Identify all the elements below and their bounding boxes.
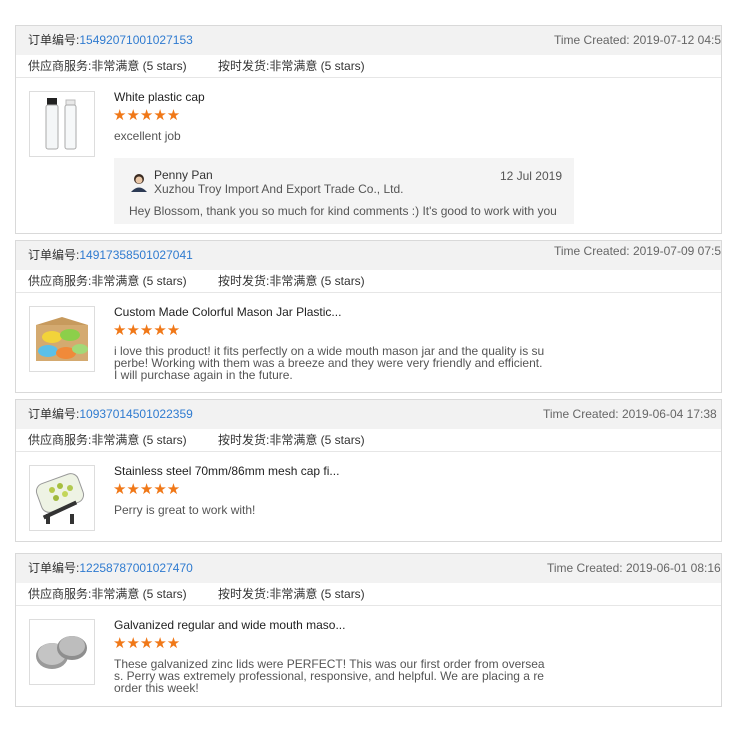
time-created-value: 2019-06-01 08:16	[625, 561, 721, 575]
time-created: Time Created: 2019-06-01 08:16	[547, 554, 721, 583]
supplier-service-rating: 供应商服务:非常满意 (5 stars)	[28, 55, 187, 77]
service-ratings: 供应商服务:非常满意 (5 stars) 按时发货:非常满意 (5 stars)	[16, 429, 721, 452]
order-number-label: 订单编号:	[28, 33, 80, 47]
order-header: 订单编号:12258787001027470 Time Created: 201…	[16, 554, 721, 583]
reply-author: Penny Pan	[154, 168, 213, 182]
supplier-service-label: 供应商服务:	[28, 274, 92, 288]
order-number-label: 订单编号:	[28, 561, 80, 575]
star-rating: ★★★★★	[113, 481, 181, 498]
supplier-service-rating: 供应商服务:非常满意 (5 stars)	[28, 583, 187, 605]
order-header: 订单编号:10937014501022359 Time Created: 201…	[16, 400, 721, 429]
on-time-rating: 按时发货:非常满意 (5 stars)	[218, 429, 365, 451]
supplier-service-value: 非常满意 (5 stars)	[91, 587, 187, 601]
supplier-service-rating: 供应商服务:非常满意 (5 stars)	[28, 429, 187, 451]
reply-company: Xuzhou Troy Import And Export Trade Co.,…	[154, 182, 404, 196]
time-created-value: 2019-07-12 04:5	[632, 33, 722, 47]
on-time-value: 非常满意 (5 stars)	[269, 274, 365, 288]
order-number-link[interactable]: 12258787001027470	[79, 561, 192, 575]
service-ratings: 供应商服务:非常满意 (5 stars) 按时发货:非常满意 (5 stars)	[16, 583, 721, 606]
review-comment: excellent job	[114, 129, 181, 143]
product-thumbnail[interactable]	[29, 619, 95, 685]
reply-date: 12 Jul 2019	[499, 169, 562, 183]
time-created-label: Time Created:	[554, 33, 630, 47]
order-number-link[interactable]: 10937014501022359	[79, 407, 192, 421]
product-thumbnail[interactable]	[29, 91, 95, 157]
time-created: Time Created: 2019-07-09 07:5	[554, 241, 722, 266]
review-comment: i love this product! it fits perfectly o…	[114, 344, 545, 382]
seller-reply: Penny Pan Xuzhou Troy Import And Export …	[114, 158, 574, 224]
time-created-value: 2019-07-09 07:5	[632, 244, 722, 258]
order-header: 订单编号:15492071001027153 Time Created: 201…	[16, 26, 721, 55]
order-card: 订单编号:12258787001027470 Time Created: 201…	[15, 553, 722, 707]
time-created-value: 2019-06-04 17:38	[621, 407, 717, 421]
product-title[interactable]: Custom Made Colorful Mason Jar Plastic..…	[114, 305, 341, 319]
review-comment: Perry is great to work with!	[114, 503, 256, 517]
time-created: Time Created: 2019-06-04 17:38	[543, 400, 717, 429]
on-time-value: 非常满意 (5 stars)	[269, 59, 365, 73]
supplier-service-label: 供应商服务:	[28, 59, 92, 73]
order-number-field: 订单编号:15492071001027153	[28, 26, 193, 55]
order-number-link[interactable]: 14917358501027041	[79, 248, 192, 262]
colorful-lids-icon	[36, 317, 88, 361]
product-title[interactable]: White plastic cap	[114, 90, 205, 104]
metal-lids-icon	[36, 636, 87, 669]
order-header: 订单编号:14917358501027041 Time Created: 201…	[16, 241, 721, 270]
time-created: Time Created: 2019-07-12 04:5	[554, 26, 721, 55]
product-title[interactable]: Stainless steel 70mm/86mm mesh cap fi...	[114, 464, 339, 478]
service-ratings: 供应商服务:非常满意 (5 stars) 按时发货:非常满意 (5 stars)	[16, 270, 721, 293]
on-time-label: 按时发货:	[218, 59, 270, 73]
time-created-label: Time Created:	[547, 561, 623, 575]
on-time-value: 非常满意 (5 stars)	[269, 587, 365, 601]
on-time-label: 按时发货:	[218, 587, 270, 601]
order-number-label: 订单编号:	[28, 407, 80, 421]
product-thumbnail[interactable]	[29, 465, 95, 531]
star-rating: ★★★★★	[113, 635, 181, 652]
on-time-label: 按时发货:	[218, 433, 270, 447]
time-created-label: Time Created:	[554, 244, 630, 258]
order-card: 订单编号:15492071001027153 Time Created: 201…	[15, 25, 722, 234]
sprouting-jar-icon	[35, 473, 85, 524]
glass-bottles-icon	[45, 98, 77, 150]
supplier-service-rating: 供应商服务:非常满意 (5 stars)	[28, 270, 187, 292]
order-number-link[interactable]: 15492071001027153	[79, 33, 192, 47]
on-time-label: 按时发货:	[218, 274, 270, 288]
product-thumbnail[interactable]	[29, 306, 95, 372]
order-card: 订单编号:14917358501027041 Time Created: 201…	[15, 240, 722, 393]
supplier-service-label: 供应商服务:	[28, 587, 92, 601]
avatar	[131, 174, 147, 192]
supplier-service-value: 非常满意 (5 stars)	[91, 433, 187, 447]
on-time-rating: 按时发货:非常满意 (5 stars)	[218, 55, 365, 77]
on-time-value: 非常满意 (5 stars)	[269, 433, 365, 447]
order-number-label: 订单编号:	[28, 248, 80, 262]
star-rating: ★★★★★	[113, 322, 181, 339]
on-time-rating: 按时发货:非常满意 (5 stars)	[218, 583, 365, 605]
order-number-field: 订单编号:12258787001027470	[28, 554, 193, 583]
order-card: 订单编号:10937014501022359 Time Created: 201…	[15, 399, 722, 542]
reply-text: Hey Blossom, thank you so much for kind …	[129, 204, 557, 218]
service-ratings: 供应商服务:非常满意 (5 stars) 按时发货:非常满意 (5 stars)	[16, 55, 721, 78]
order-number-field: 订单编号:10937014501022359	[28, 400, 193, 429]
time-created-label: Time Created:	[543, 407, 619, 421]
product-title[interactable]: Galvanized regular and wide mouth maso..…	[114, 618, 345, 632]
supplier-service-label: 供应商服务:	[28, 433, 92, 447]
star-rating: ★★★★★	[113, 107, 181, 124]
supplier-service-value: 非常满意 (5 stars)	[91, 59, 187, 73]
supplier-service-value: 非常满意 (5 stars)	[91, 274, 187, 288]
order-number-field: 订单编号:14917358501027041	[28, 241, 193, 270]
on-time-rating: 按时发货:非常满意 (5 stars)	[218, 270, 365, 292]
review-comment: These galvanized zinc lids were PERFECT!…	[114, 657, 545, 695]
